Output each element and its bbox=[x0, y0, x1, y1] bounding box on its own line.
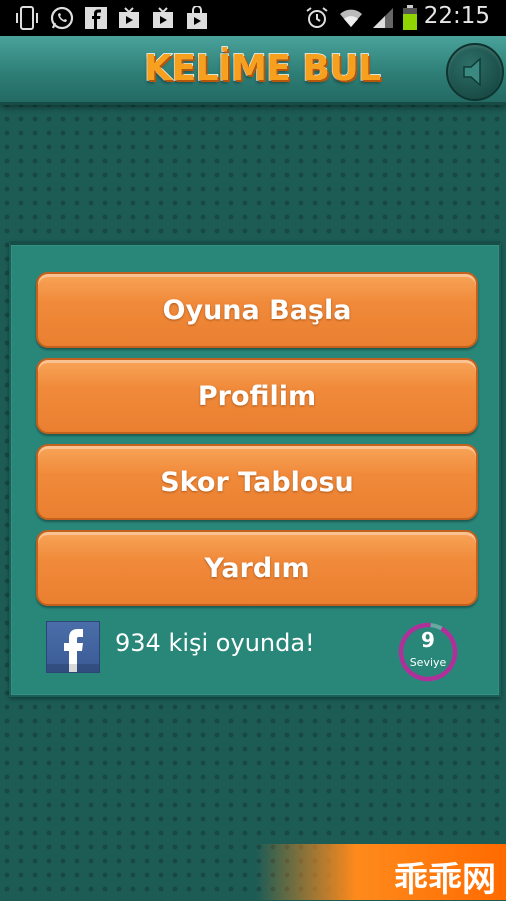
facebook-icon bbox=[47, 629, 99, 672]
facebook-icon bbox=[83, 6, 109, 30]
whatsapp-icon bbox=[48, 6, 76, 30]
profile-button[interactable]: Profilim bbox=[36, 358, 478, 434]
sound-toggle-button[interactable] bbox=[446, 43, 504, 101]
status-bar: 22:15 bbox=[0, 0, 506, 36]
watermark: 乖乖网 bbox=[256, 844, 506, 900]
store-icon bbox=[183, 6, 211, 30]
wifi-icon bbox=[338, 6, 364, 30]
level-number: 9 bbox=[421, 628, 435, 652]
signal-icon bbox=[370, 6, 396, 30]
youtube-icon bbox=[115, 6, 143, 30]
level-badge[interactable]: 9 Seviye bbox=[397, 621, 459, 683]
main-menu-panel: Oyuna Başla Profilim Skor Tablosu Yardım… bbox=[9, 241, 501, 697]
facebook-button[interactable] bbox=[46, 621, 100, 673]
help-button[interactable]: Yardım bbox=[36, 530, 478, 606]
start-game-button[interactable]: Oyuna Başla bbox=[36, 272, 478, 348]
alarm-icon bbox=[304, 6, 330, 30]
scoreboard-button[interactable]: Skor Tablosu bbox=[36, 444, 478, 520]
speaker-icon bbox=[463, 57, 481, 87]
level-label: Seviye bbox=[409, 656, 447, 669]
battery-icon bbox=[400, 5, 420, 30]
watermark-text: 乖乖网 bbox=[394, 860, 496, 900]
app-header: KELİME BUL bbox=[0, 36, 506, 105]
youtube-icon bbox=[149, 6, 177, 30]
logo-text: KELİME BUL bbox=[143, 47, 381, 90]
online-players-text: 934 kişi oyunda! bbox=[115, 629, 315, 657]
phone-icon bbox=[14, 6, 40, 30]
clock: 22:15 bbox=[423, 3, 490, 29]
